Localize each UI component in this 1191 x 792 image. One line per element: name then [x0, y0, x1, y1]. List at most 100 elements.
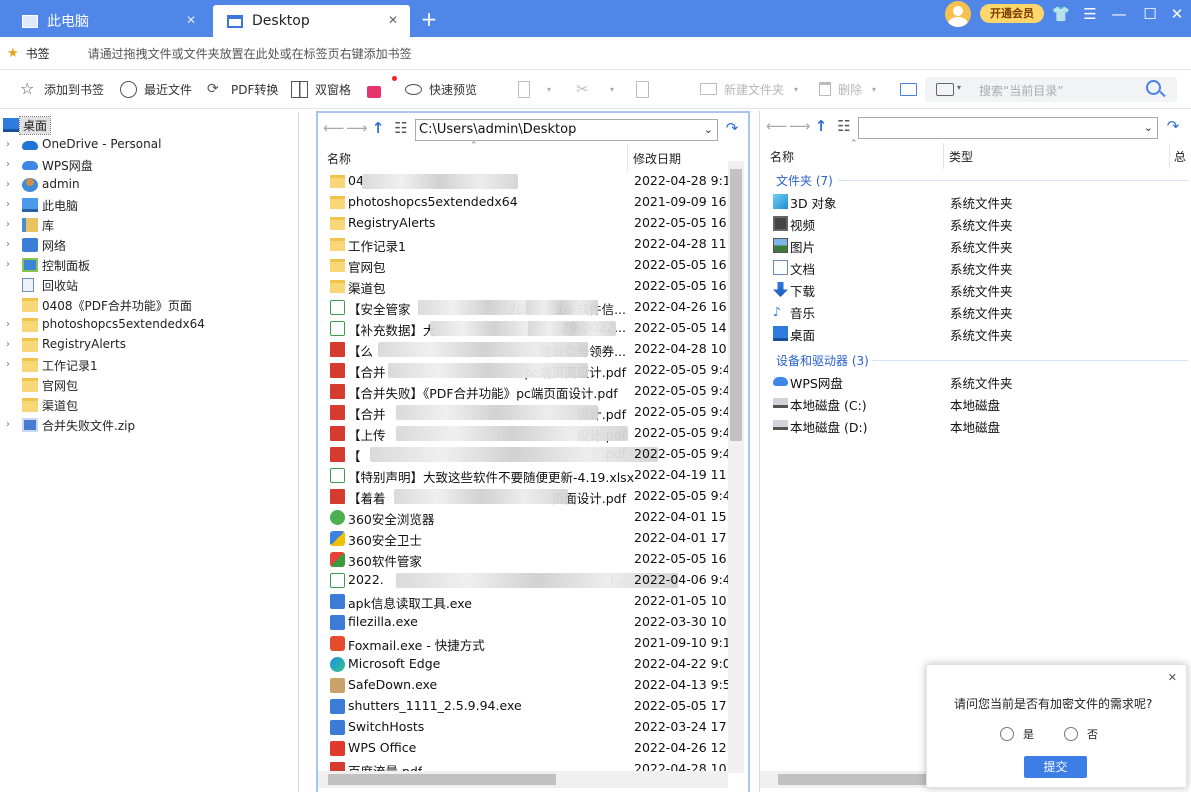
file-row[interactable]: apk信息读取工具.exe 2022-01-05 10:1	[318, 591, 748, 612]
search-box[interactable]: ▾ 搜索“当前目录”	[925, 77, 1177, 102]
file-row[interactable]: Foxmail.exe - 快捷方式 2021-09-10 9:15	[318, 633, 748, 654]
chevron-right-icon[interactable]: ›	[6, 139, 10, 150]
minimize-button[interactable]: —	[1107, 3, 1131, 25]
skin-icon[interactable]: 👕	[1049, 3, 1073, 25]
group-header[interactable]: 文件夹 (7)	[776, 172, 833, 189]
file-row[interactable]: 042022-04-28 9:15	[318, 171, 748, 192]
search-icon[interactable]	[1146, 80, 1161, 95]
column-type[interactable]: 类型	[949, 148, 973, 165]
chevron-right-icon[interactable]: ›	[6, 219, 10, 230]
close-window-button[interactable]: ✕	[1165, 3, 1189, 25]
file-row[interactable]: 【合并设计.pdf2022-05-05 9:47	[318, 402, 748, 423]
recent-files-button[interactable]: 最近文件	[120, 70, 192, 108]
tree-item[interactable]: › OneDrive - Personal	[0, 135, 298, 155]
file-row[interactable]: SwitchHosts 2022-03-24 17:1	[318, 717, 748, 738]
radio-yes[interactable]	[1000, 727, 1014, 741]
file-row[interactable]: SafeDown.exe 2022-04-13 9:59	[318, 675, 748, 696]
file-row[interactable]: filezilla.exe 2022-03-30 10:2	[318, 612, 748, 633]
folder-row[interactable]: 下载 系统文件夹	[760, 279, 1191, 300]
close-icon[interactable]: ✕	[388, 14, 398, 26]
scroll-thumb[interactable]	[328, 774, 556, 785]
radio-no[interactable]	[1064, 727, 1078, 741]
search-input[interactable]: 搜索“当前目录”	[979, 82, 1063, 99]
chevron-down-icon[interactable]: ▾	[957, 83, 961, 92]
group-header[interactable]: 设备和驱动器 (3)	[776, 352, 869, 369]
tree-item[interactable]: 回收站	[0, 275, 298, 295]
pdf-convert-button[interactable]: ⟳ PDF转换	[207, 70, 278, 108]
close-icon[interactable]: ✕	[1168, 671, 1177, 684]
chevron-right-icon[interactable]: ›	[6, 199, 10, 210]
tree-item[interactable]: › admin	[0, 175, 298, 195]
bookmarks-label[interactable]: 书签	[26, 45, 50, 62]
device-row[interactable]: 本地磁盘 (C:) 本地磁盘	[760, 393, 1191, 414]
file-row[interactable]: 2022.l...2022-04-06 9:44	[318, 570, 748, 591]
tree-item[interactable]: › 控制面板	[0, 255, 298, 275]
tree-item[interactable]: › 此电脑	[0, 195, 298, 215]
maximize-button[interactable]: ☐	[1138, 3, 1162, 25]
path-list-icon[interactable]: ☷	[835, 117, 853, 135]
forward-arrow-icon[interactable]: ⟶	[346, 119, 368, 137]
go-arrow-icon[interactable]: ↷	[723, 119, 741, 137]
up-arrow-icon[interactable]: ↑	[812, 117, 830, 135]
chevron-down-icon[interactable]: ⌄	[704, 120, 713, 140]
folder-row[interactable]: 3D 对象 系统文件夹	[760, 191, 1191, 212]
folder-row[interactable]: 桌面 系统文件夹	[760, 323, 1191, 344]
chevron-right-icon[interactable]: ›	[6, 179, 10, 190]
tree-item[interactable]: › WPS网盘	[0, 155, 298, 175]
column-date[interactable]: 修改日期	[633, 150, 681, 167]
quick-preview-button[interactable]: 快速预览	[405, 70, 477, 108]
folder-row[interactable]: 文档 系统文件夹	[760, 257, 1191, 278]
path-list-icon[interactable]: ☷	[392, 119, 410, 137]
chevron-right-icon[interactable]: ›	[6, 239, 10, 250]
tree-item[interactable]: › 网络	[0, 235, 298, 255]
file-row[interactable]: 【安全管家2022.3.16-软件信...2022-04-26 16:3	[318, 297, 748, 318]
tree-item[interactable]: › 库	[0, 215, 298, 235]
folder-row[interactable]: ♪ 音乐 系统文件夹	[760, 301, 1191, 322]
file-row[interactable]: RegistryAlerts 2022-05-05 16:2	[318, 213, 748, 234]
chevron-down-icon[interactable]: ⌄	[1144, 118, 1153, 138]
up-arrow-icon[interactable]: ↑	[369, 119, 387, 137]
file-row[interactable]: 【补充数据】大29-2022...2022-05-05 14:5	[318, 318, 748, 339]
forward-arrow-icon[interactable]: ⟶	[789, 117, 811, 135]
close-icon[interactable]: ✕	[186, 14, 196, 26]
file-row[interactable]: 官网包 2022-05-05 16:0	[318, 255, 748, 276]
tree-item[interactable]: 0408《PDF合并功能》页面	[0, 295, 298, 315]
back-arrow-icon[interactable]: ⟵	[323, 119, 345, 137]
tree-item[interactable]: › 合并失败文件.zip	[0, 415, 298, 435]
chevron-right-icon[interactable]: ›	[6, 419, 10, 430]
chevron-right-icon[interactable]: ›	[6, 359, 10, 370]
avatar[interactable]	[945, 1, 971, 27]
chevron-down-icon[interactable]: ▾	[872, 85, 876, 94]
chevron-right-icon[interactable]: ›	[6, 259, 10, 270]
left-horizontal-scrollbar[interactable]	[318, 771, 728, 788]
file-row[interactable]: 【合并pc端页面设计.pdf2022-05-05 9:47	[318, 360, 748, 381]
file-row[interactable]: photoshopcs5extendedx64 2021-09-09 16:3	[318, 192, 748, 213]
tree-item[interactable]: 渠道包	[0, 395, 298, 415]
add-bookmark-button[interactable]: ☆ 添加到书签	[20, 70, 104, 108]
tree-item[interactable]: 官网包	[0, 375, 298, 395]
tree-item[interactable]: 桌面	[0, 115, 298, 135]
file-row[interactable]: 渠道包 2022-05-05 16:0	[318, 276, 748, 297]
copy-button[interactable]: ▾	[518, 70, 551, 108]
tree-item[interactable]: › RegistryAlerts	[0, 335, 298, 355]
file-row[interactable]: 360安全卫士 2022-04-01 17:0	[318, 528, 748, 549]
chevron-right-icon[interactable]: ›	[6, 319, 10, 330]
file-row[interactable]: 【上传设计.pdf2022-05-05 9:47	[318, 423, 748, 444]
device-row[interactable]: 本地磁盘 (D:) 本地磁盘	[760, 415, 1191, 436]
menu-icon[interactable]: ☰	[1078, 3, 1102, 25]
right-horizontal-scrollbar[interactable]	[760, 771, 926, 788]
file-row[interactable]: 【着着页面设计.pdf2022-05-05 9:48	[318, 486, 748, 507]
tree-item[interactable]: › 工作记录1	[0, 355, 298, 375]
back-arrow-icon[interactable]: ⟵	[766, 117, 788, 135]
new-tab-button[interactable]: +	[418, 6, 440, 32]
encrypt-button[interactable]	[367, 70, 397, 108]
file-row[interactable]: 【合并失败】《PDF合并功能》pc端页面设计.pdf 2022-05-05 9:4…	[318, 381, 748, 402]
folder-row[interactable]: 图片 系统文件夹	[760, 235, 1191, 256]
view-mode-icon[interactable]	[936, 83, 954, 96]
dual-pane-button[interactable]: 双窗格	[291, 70, 351, 108]
file-row[interactable]: shutters_1111_2.5.9.94.exe 2022-05-05 17:…	[318, 696, 748, 717]
vip-button[interactable]: 开通会员	[980, 4, 1044, 23]
file-row[interactable]: 【特别声明】大致这些软件不要随便更新-4.19.xlsx 2022-04-19 1…	[318, 465, 748, 486]
chevron-down-icon[interactable]: ▾	[547, 85, 551, 94]
file-row[interactable]: Microsoft Edge 2022-04-22 9:04	[318, 654, 748, 675]
